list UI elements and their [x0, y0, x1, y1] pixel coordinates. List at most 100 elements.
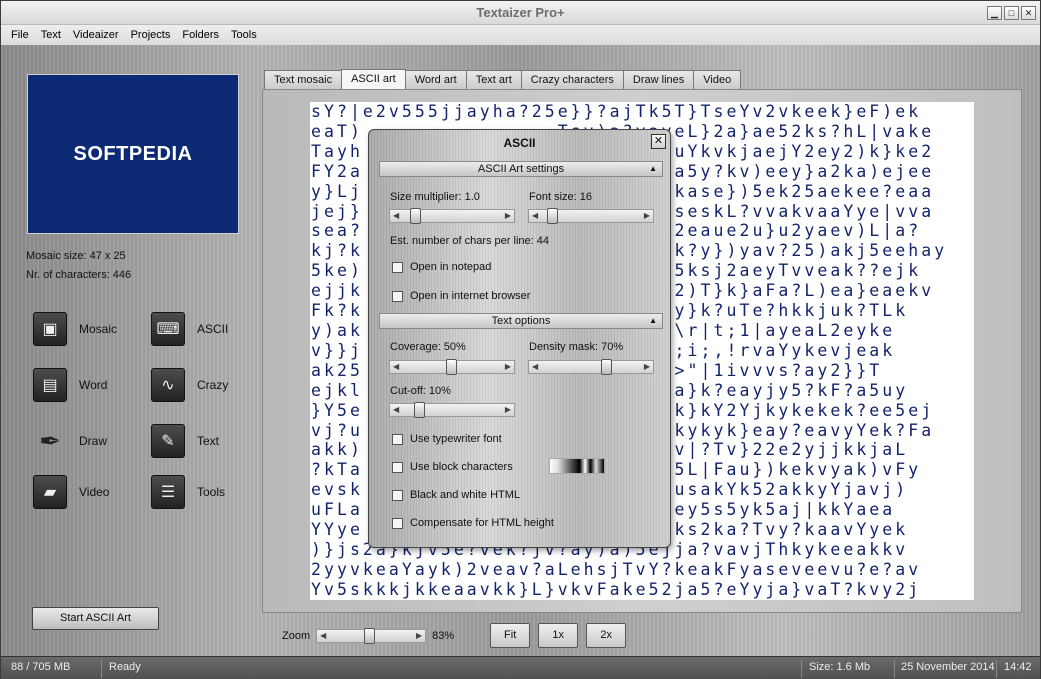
slider-right-arrow-icon[interactable]: ▶	[505, 210, 511, 222]
zoom-controls: Zoom ◀ ▶ 83% Fit 1x 2x	[282, 623, 627, 648]
tab-word-art[interactable]: Word art	[404, 70, 467, 90]
tool-draw-button[interactable]: ✒ Draw	[33, 424, 107, 458]
status-text: Ready	[109, 661, 141, 673]
slider-left-arrow-icon[interactable]: ◀	[393, 361, 399, 373]
logo-text: SOFTPEDIA	[73, 142, 193, 165]
tool-label: Mosaic	[79, 322, 118, 336]
bw-html-checkbox[interactable]	[392, 490, 403, 501]
density-mask-slider[interactable]: ◀ ▶	[528, 359, 654, 375]
tab-text-art[interactable]: Text art	[465, 70, 522, 90]
minimize-button[interactable]: ▁	[987, 6, 1002, 20]
zoom-slider-thumb[interactable]	[363, 627, 375, 644]
slider-right-arrow-icon[interactable]: ▶	[644, 361, 650, 373]
slider-left-arrow-icon[interactable]: ◀	[532, 361, 538, 373]
text-options-section[interactable]: Text options ▲	[379, 313, 663, 329]
start-ascii-art-button[interactable]: Start ASCII Art	[32, 607, 159, 630]
menu-text[interactable]: Text	[35, 29, 67, 41]
tool-label: Tools	[197, 485, 226, 499]
mosaic-size-label: Mosaic size: 47 x 25	[26, 250, 126, 262]
open-browser-checkbox[interactable]	[392, 291, 403, 302]
block-characters-label: Use block characters	[410, 461, 513, 473]
compensate-html-checkbox[interactable]	[392, 518, 403, 529]
size-multiplier-label: Size multiplier: 1.0	[390, 191, 480, 203]
dialog-close-button[interactable]: ✕	[651, 134, 666, 149]
slider-thumb[interactable]	[414, 402, 425, 418]
cutoff-slider[interactable]: ◀ ▶	[389, 402, 515, 418]
tool-label: Word	[79, 378, 108, 392]
tool-label: Text	[197, 434, 220, 448]
zoom-2x-button[interactable]: 2x	[586, 623, 627, 648]
dialog-title: ASCII	[503, 136, 536, 150]
open-notepad-checkbox[interactable]	[392, 262, 403, 273]
section-title: Text options	[491, 315, 551, 327]
status-date: 25 November 2014	[901, 661, 995, 673]
zoom-1x-button[interactable]: 1x	[538, 623, 579, 648]
char-count-label: Nr. of characters: 446	[26, 269, 132, 281]
slider-left-arrow-icon[interactable]: ◀	[393, 404, 399, 416]
menu-folders[interactable]: Folders	[176, 29, 225, 41]
tool-tools-button[interactable]: ☰ Tools	[151, 475, 225, 509]
size-multiplier-slider[interactable]: ◀ ▶	[389, 208, 515, 224]
open-browser-label: Open in internet browser	[410, 290, 531, 302]
tab-video[interactable]: Video	[693, 70, 742, 90]
status-bar: 88 / 705 MB Ready Size: 1.6 Mb 25 Novemb…	[1, 656, 1040, 679]
close-button[interactable]: ✕	[1021, 6, 1036, 20]
ascii-settings-section[interactable]: ASCII Art settings ▲	[379, 161, 663, 177]
tool-mosaic-button[interactable]: ▣ Mosaic	[33, 312, 117, 346]
tab-draw-lines[interactable]: Draw lines	[622, 70, 695, 90]
slider-left-arrow-icon[interactable]: ◀	[532, 210, 538, 222]
slider-right-arrow-icon[interactable]: ▶	[505, 404, 511, 416]
pencil-icon: ✎	[151, 424, 185, 458]
keyboard-icon: ⌨	[151, 312, 185, 346]
tool-ascii-button[interactable]: ⌨ ASCII	[151, 312, 228, 346]
density-mask-label: Density mask: 70%	[529, 341, 624, 353]
feather-icon: ✒	[39, 425, 61, 456]
zoom-fit-button[interactable]: Fit	[490, 623, 531, 648]
slider-left-arrow-icon[interactable]: ◀	[320, 630, 326, 642]
tool-text-button[interactable]: ✎ Text	[151, 424, 219, 458]
typewriter-font-checkbox[interactable]	[392, 434, 403, 445]
typewriter-font-label: Use typewriter font	[410, 433, 502, 445]
slider-right-arrow-icon[interactable]: ▶	[644, 210, 650, 222]
slider-thumb[interactable]	[601, 359, 612, 375]
maximize-button[interactable]: □	[1004, 6, 1019, 20]
font-size-slider[interactable]: ◀ ▶	[528, 208, 654, 224]
zoom-slider[interactable]: ◀ ▶	[316, 627, 427, 644]
menu-file[interactable]: File	[5, 29, 35, 41]
slider-thumb[interactable]	[446, 359, 457, 375]
memory-usage: 88 / 705 MB	[11, 661, 71, 673]
tab-ascii-art[interactable]: ASCII art	[341, 69, 406, 90]
open-notepad-label: Open in notepad	[410, 261, 492, 273]
ascii-line: sY?|e2v555jjayha?25e}}?ajTk5T}TseYv2vkee…	[311, 102, 922, 121]
status-time: 14:42	[1004, 661, 1032, 673]
mosaic-icon: ▣	[33, 312, 67, 346]
slider-left-arrow-icon[interactable]: ◀	[393, 210, 399, 222]
compensate-html-label: Compensate for HTML height	[410, 517, 554, 529]
clapperboard-icon: ▰	[33, 475, 67, 509]
tab-crazy-characters[interactable]: Crazy characters	[520, 70, 624, 90]
block-pattern-preview	[549, 458, 605, 474]
menu-videaizer[interactable]: Videaizer	[67, 29, 125, 41]
tool-label: Video	[79, 485, 110, 499]
title-bar: Textaizer Pro+ ▁ □ ✕	[1, 1, 1040, 25]
tool-word-button[interactable]: ▤ Word	[33, 368, 107, 402]
slider-right-arrow-icon[interactable]: ▶	[416, 630, 422, 642]
est-chars-label: Est. number of chars per line: 44	[390, 235, 549, 247]
menu-projects[interactable]: Projects	[125, 29, 177, 41]
sliders-icon: ☰	[151, 475, 185, 509]
slider-thumb[interactable]	[547, 208, 558, 224]
tool-crazy-button[interactable]: ∿ Crazy	[151, 368, 228, 402]
tool-label: ASCII	[197, 322, 229, 336]
tab-text-mosaic[interactable]: Text mosaic	[264, 70, 343, 90]
source-image-preview[interactable]: SOFTPEDIA	[27, 74, 239, 234]
block-characters-checkbox[interactable]	[392, 462, 403, 473]
tool-video-button[interactable]: ▰ Video	[33, 475, 109, 509]
menu-bar: File Text Videaizer Projects Folders Too…	[1, 25, 1040, 45]
ascii-line: 2yyvkeaYayk)2veav?aLehsjTvY?keakFyasevee…	[311, 559, 922, 579]
coverage-slider[interactable]: ◀ ▶	[389, 359, 515, 375]
menu-tools[interactable]: Tools	[225, 29, 263, 41]
zoom-value: 83%	[432, 629, 455, 642]
coverage-label: Coverage: 50%	[390, 341, 466, 353]
slider-thumb[interactable]	[410, 208, 421, 224]
slider-right-arrow-icon[interactable]: ▶	[505, 361, 511, 373]
